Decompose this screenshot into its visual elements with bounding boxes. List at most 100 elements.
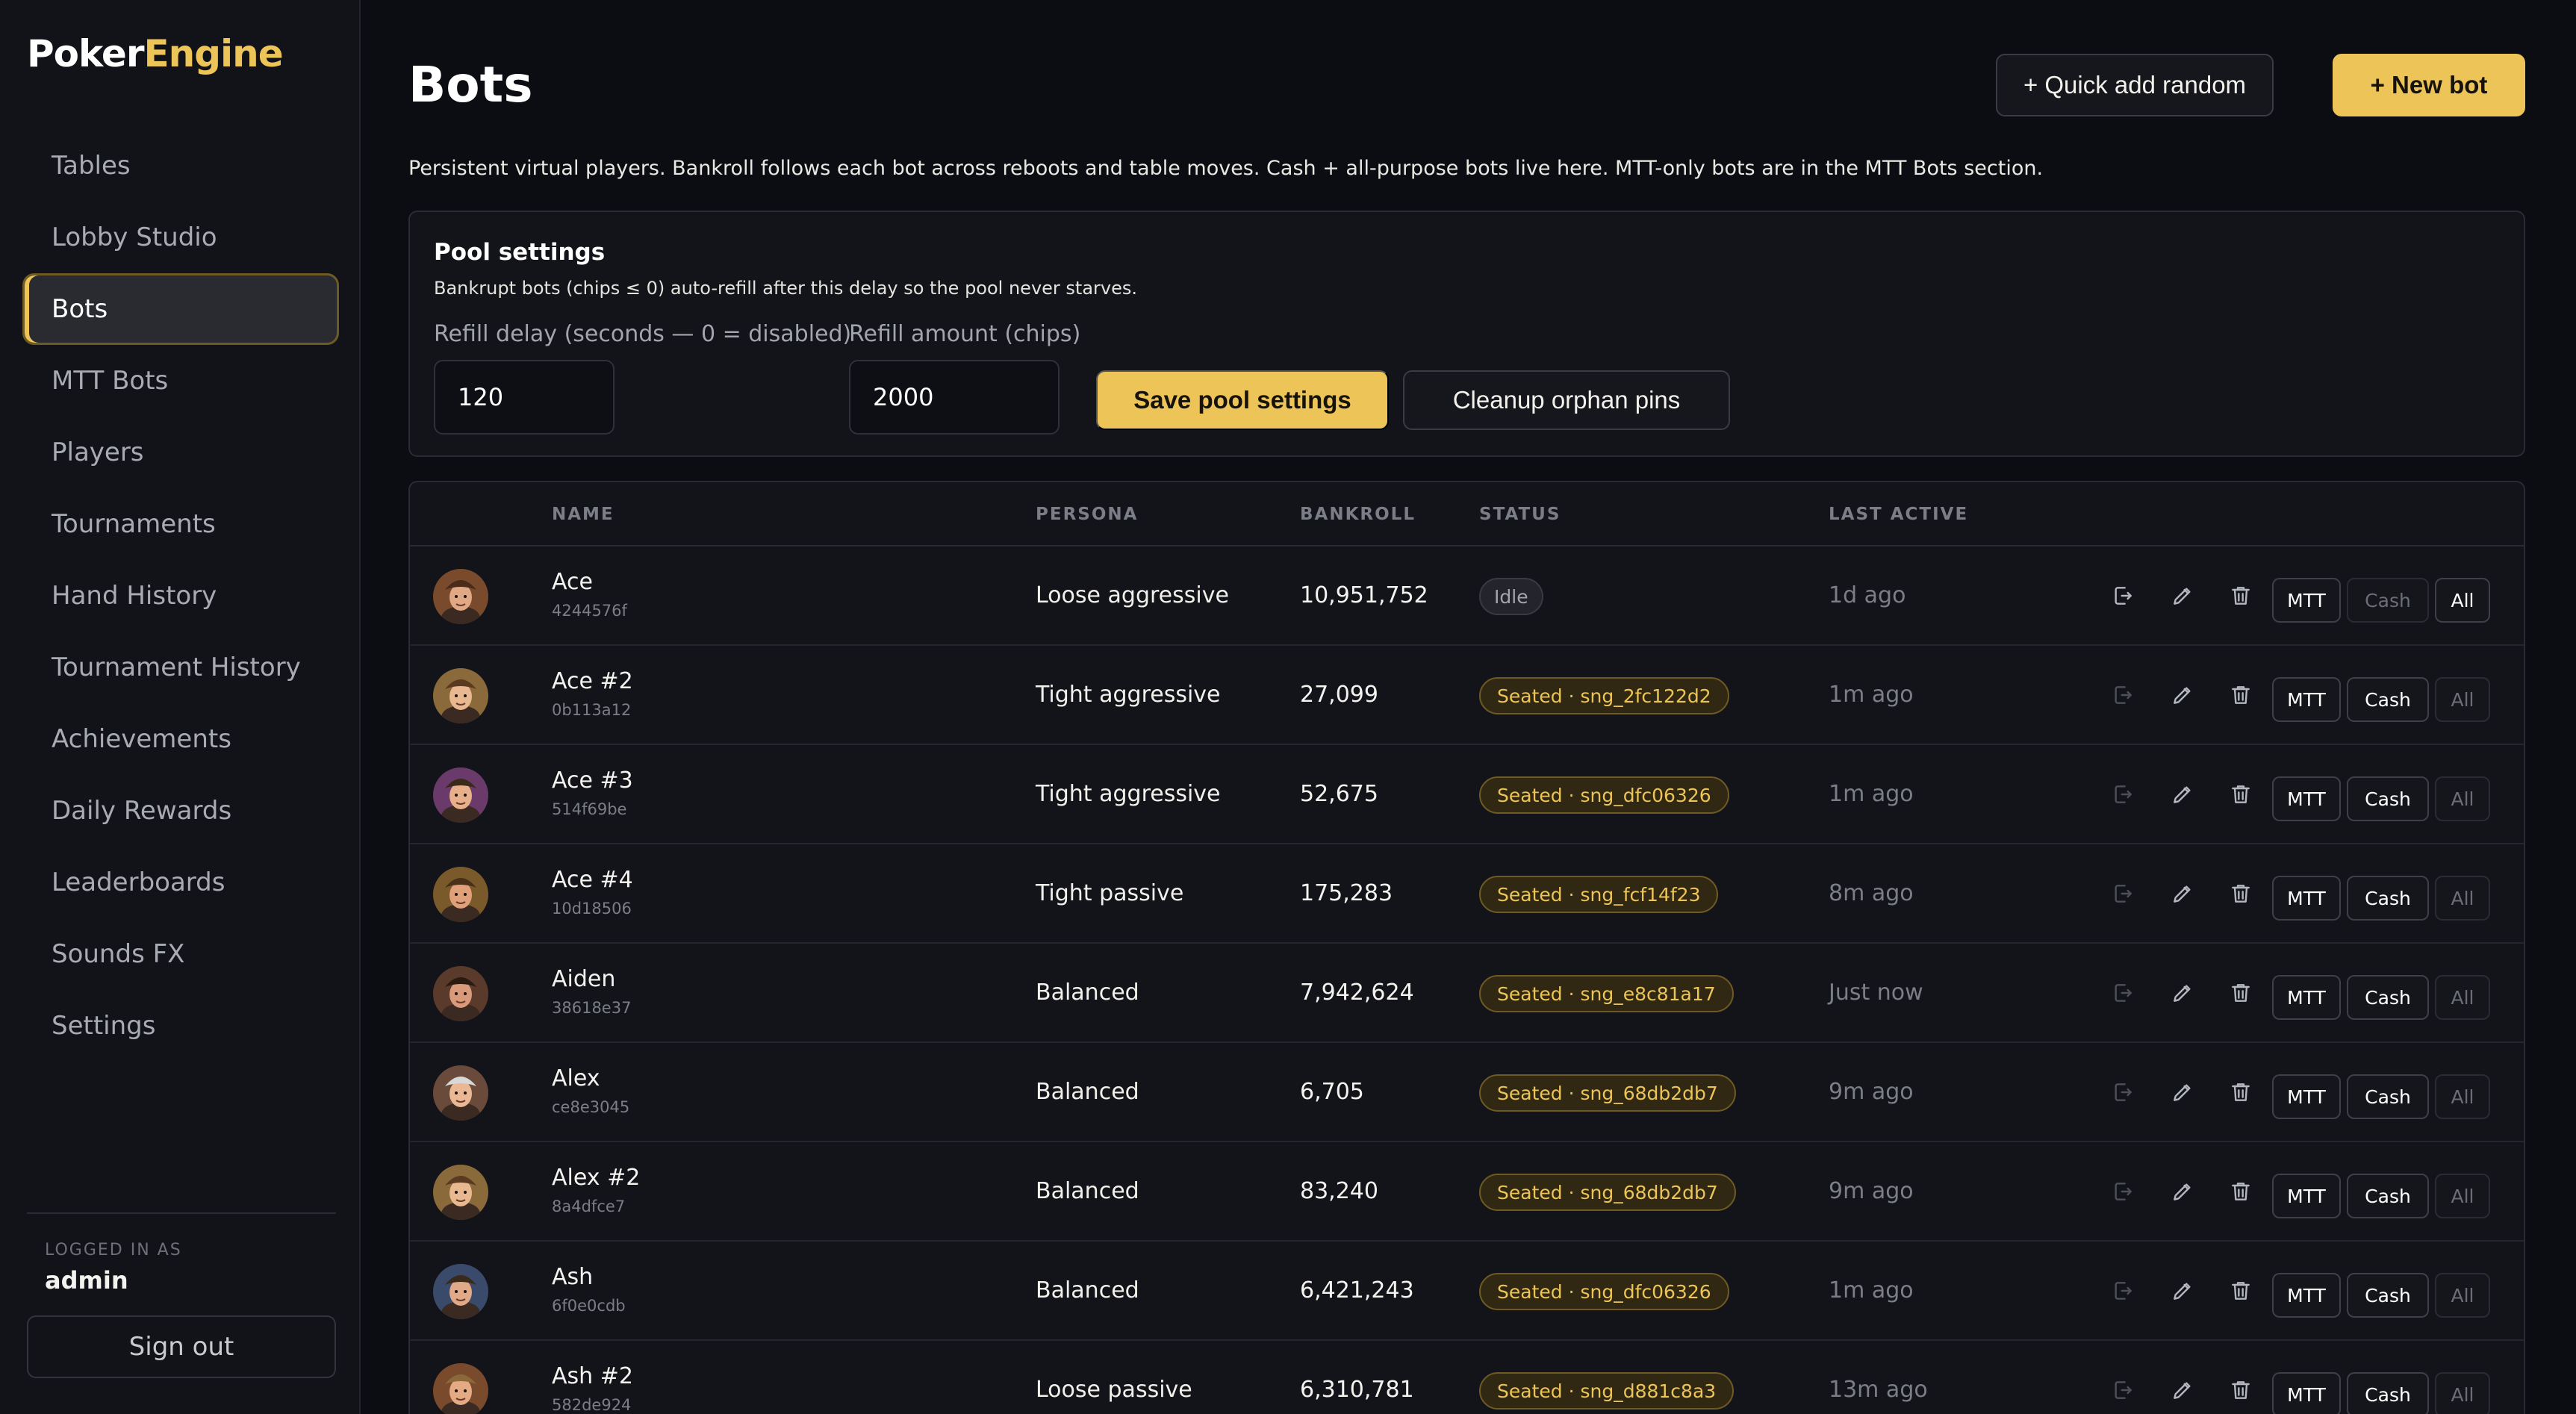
- unseat-icon[interactable]: [2111, 682, 2135, 708]
- table-row[interactable]: Alex ce8e3045 Balanced 6,705 Seated · sng_68…: [410, 1043, 2524, 1142]
- scope-cash-button[interactable]: Cash: [2347, 677, 2429, 722]
- trash-icon[interactable]: [2229, 582, 2253, 609]
- unseat-icon[interactable]: [2111, 1277, 2135, 1304]
- unseat-icon[interactable]: [2111, 781, 2135, 808]
- column-header-last-active[interactable]: LAST ACTIVE: [1829, 505, 1968, 524]
- scope-cash-button[interactable]: Cash: [2347, 776, 2429, 821]
- table-row[interactable]: Aiden 38618e37 Balanced 7,942,624 Seated · s…: [410, 944, 2524, 1043]
- edit-icon[interactable]: [2171, 1178, 2194, 1205]
- quick-add-random-button[interactable]: + Quick add random: [1996, 54, 2274, 116]
- scope-mtt-button[interactable]: MTT: [2272, 1074, 2341, 1119]
- edit-icon[interactable]: [2171, 781, 2194, 808]
- trash-icon[interactable]: [2229, 1377, 2253, 1404]
- trash-icon[interactable]: [2229, 682, 2253, 708]
- bot-avatar: [433, 966, 488, 1021]
- scope-mtt-button[interactable]: MTT: [2272, 1174, 2341, 1218]
- sidebar-item-mtt-bots[interactable]: MTT Bots: [22, 345, 339, 417]
- scope-all-button[interactable]: All: [2435, 776, 2490, 821]
- trash-icon[interactable]: [2229, 1178, 2253, 1205]
- scope-mtt-button[interactable]: MTT: [2272, 578, 2341, 623]
- sidebar-item-bots[interactable]: Bots: [22, 273, 339, 345]
- edit-icon[interactable]: [2171, 880, 2194, 907]
- scope-all-button[interactable]: All: [2435, 1074, 2490, 1119]
- bot-id: 582de924: [552, 1396, 632, 1414]
- unseat-icon[interactable]: [2111, 979, 2135, 1006]
- scope-mtt-button[interactable]: MTT: [2272, 975, 2341, 1020]
- refill-amount-input[interactable]: 2000: [849, 360, 1060, 435]
- sidebar-item-achievements[interactable]: Achievements: [22, 703, 339, 775]
- edit-icon[interactable]: [2171, 1277, 2194, 1304]
- table-row[interactable]: Alex #2 8a4dfce7 Balanced 83,240 Seated · sn…: [410, 1142, 2524, 1242]
- unseat-icon[interactable]: [2111, 1178, 2135, 1205]
- scope-cash-button[interactable]: Cash: [2347, 1074, 2429, 1119]
- sidebar-item-sounds-fx[interactable]: Sounds FX: [22, 918, 339, 990]
- sidebar-item-hand-history[interactable]: Hand History: [22, 560, 339, 632]
- scope-cash-button[interactable]: Cash: [2347, 876, 2429, 921]
- trash-icon[interactable]: [2229, 1079, 2253, 1106]
- save-pool-settings-button[interactable]: Save pool settings: [1096, 370, 1389, 430]
- column-header-status[interactable]: STATUS: [1479, 505, 1561, 524]
- scope-mtt-button[interactable]: MTT: [2272, 1273, 2341, 1318]
- sidebar-item-tournaments[interactable]: Tournaments: [22, 488, 339, 560]
- status-badge: Seated · sng_dfc06326: [1479, 776, 1729, 814]
- scope-mtt-button[interactable]: MTT: [2272, 876, 2341, 921]
- scope-all-button[interactable]: All: [2435, 876, 2490, 921]
- scope-cash-button[interactable]: Cash: [2347, 1273, 2429, 1318]
- scope-cash-button[interactable]: Cash: [2347, 578, 2429, 623]
- table-row[interactable]: Ash 6f0e0cdb Balanced 6,421,243 Seated · sng…: [410, 1242, 2524, 1341]
- column-header-persona[interactable]: PERSONA: [1036, 505, 1138, 524]
- table-row[interactable]: Ace 4244576f Loose aggressive 10,951,752 Idl…: [410, 546, 2524, 646]
- scope-mtt-button[interactable]: MTT: [2272, 1372, 2341, 1414]
- bot-id: ce8e3045: [552, 1098, 630, 1116]
- scope-cash-button[interactable]: Cash: [2347, 1174, 2429, 1218]
- scope-all-button[interactable]: All: [2435, 975, 2490, 1020]
- bot-avatar: [433, 668, 488, 723]
- bot-avatar: [433, 867, 488, 922]
- trash-icon[interactable]: [2229, 1277, 2253, 1304]
- new-bot-button[interactable]: + New bot: [2333, 54, 2525, 116]
- edit-icon[interactable]: [2171, 979, 2194, 1006]
- trash-icon[interactable]: [2229, 781, 2253, 808]
- edit-icon[interactable]: [2171, 582, 2194, 609]
- edit-icon[interactable]: [2171, 1079, 2194, 1106]
- sidebar-item-players[interactable]: Players: [22, 417, 339, 488]
- column-header-bankroll[interactable]: BANKROLL: [1300, 505, 1416, 524]
- table-row[interactable]: Ash #2 582de924 Loose passive 6,310,781 Seat…: [410, 1341, 2524, 1414]
- sign-out-button[interactable]: Sign out: [27, 1315, 336, 1378]
- scope-cash-button[interactable]: Cash: [2347, 1372, 2429, 1414]
- edit-icon[interactable]: [2171, 1377, 2194, 1404]
- sidebar-item-daily-rewards[interactable]: Daily Rewards: [22, 775, 339, 847]
- refill-delay-label: Refill delay (seconds — 0 = disabled): [434, 321, 852, 347]
- trash-icon[interactable]: [2229, 880, 2253, 907]
- table-row[interactable]: Ace #3 514f69be Tight aggressive 52,675 Seat…: [410, 745, 2524, 844]
- unseat-icon[interactable]: [2111, 582, 2135, 609]
- trash-icon[interactable]: [2229, 979, 2253, 1006]
- column-header-name[interactable]: NAME: [552, 505, 615, 524]
- scope-all-button[interactable]: All: [2435, 1372, 2490, 1414]
- scope-mtt-button[interactable]: MTT: [2272, 776, 2341, 821]
- brand-logo[interactable]: PokerEngine: [27, 31, 284, 76]
- sidebar-item-lobby-studio[interactable]: Lobby Studio: [22, 202, 339, 273]
- table-row[interactable]: Ace #2 0b113a12 Tight aggressive 27,099 Seat…: [410, 646, 2524, 745]
- edit-icon[interactable]: [2171, 682, 2194, 708]
- scope-all-button[interactable]: All: [2435, 677, 2490, 722]
- unseat-icon[interactable]: [2111, 880, 2135, 907]
- scope-cash-button[interactable]: Cash: [2347, 975, 2429, 1020]
- unseat-icon[interactable]: [2111, 1079, 2135, 1106]
- bot-bankroll: 175,283: [1300, 880, 1393, 906]
- bot-last-active: Just now: [1829, 979, 1923, 1006]
- table-row[interactable]: Ace #4 10d18506 Tight passive 175,283 Seated…: [410, 844, 2524, 944]
- refill-delay-input[interactable]: 120: [434, 360, 615, 435]
- sidebar-item-settings[interactable]: Settings: [22, 990, 339, 1062]
- scope-mtt-button[interactable]: MTT: [2272, 677, 2341, 722]
- bot-last-active: 1m ago: [1829, 781, 1914, 807]
- scope-all-button[interactable]: All: [2435, 1273, 2490, 1318]
- sidebar-item-leaderboards[interactable]: Leaderboards: [22, 847, 339, 918]
- sidebar-item-tables[interactable]: Tables: [22, 130, 339, 202]
- sidebar-item-tournament-history[interactable]: Tournament History: [22, 632, 339, 703]
- bot-bankroll: 83,240: [1300, 1178, 1378, 1204]
- scope-all-button[interactable]: All: [2435, 578, 2490, 623]
- unseat-icon[interactable]: [2111, 1377, 2135, 1404]
- cleanup-orphan-pins-button[interactable]: Cleanup orphan pins: [1403, 370, 1730, 430]
- scope-all-button[interactable]: All: [2435, 1174, 2490, 1218]
